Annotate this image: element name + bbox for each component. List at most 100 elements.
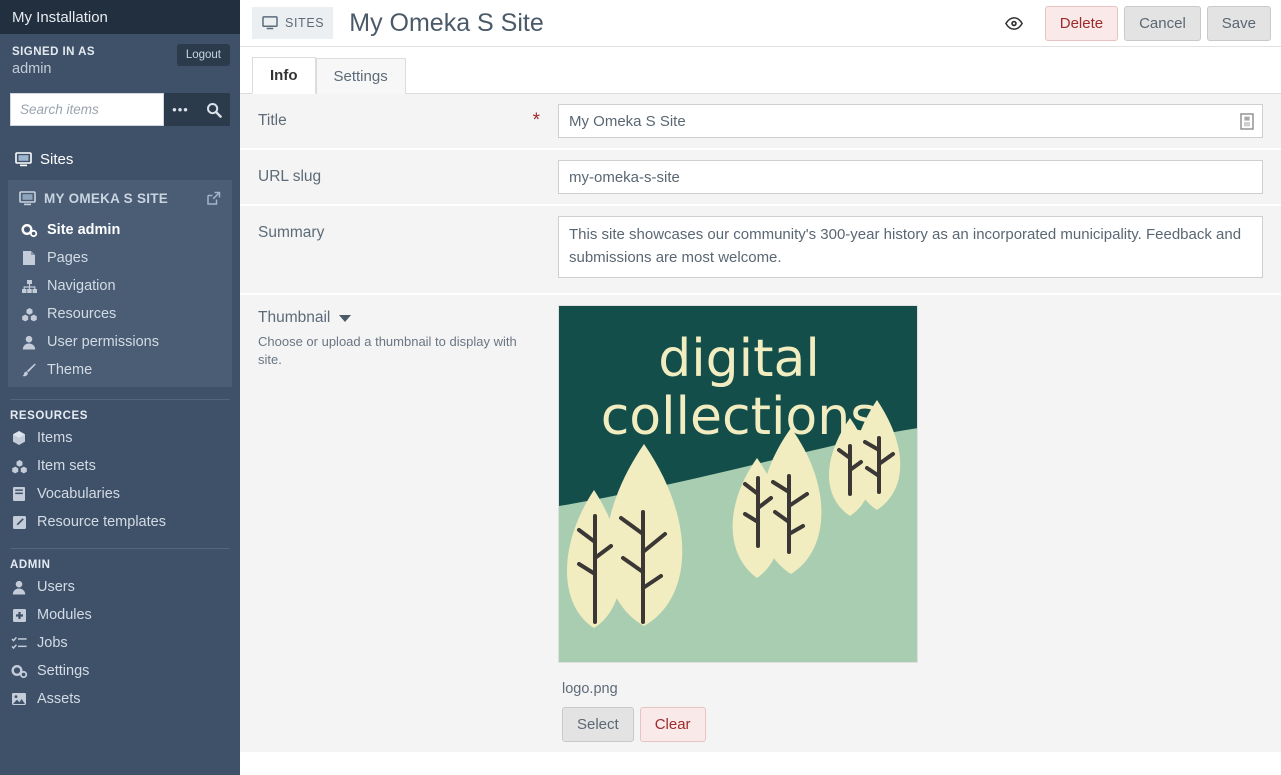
field-row-url-slug: URL slug: [240, 150, 1281, 206]
cogs-icon: [10, 662, 28, 680]
field-label-thumbnail: Thumbnail: [258, 309, 331, 326]
svg-text:collections: collections: [601, 387, 878, 447]
installation-bar: My Installation: [0, 0, 240, 34]
pencil-square-icon: [10, 513, 28, 531]
sidebar-active-site-header[interactable]: MY OMEKA S SITE: [18, 189, 222, 216]
sidebar-item-item-sets[interactable]: Item sets: [0, 452, 240, 480]
sidebar-item-site-admin[interactable]: Site admin: [18, 216, 222, 244]
breadcrumb-sites[interactable]: SITES: [252, 7, 334, 39]
cubes-icon: [10, 457, 28, 475]
installation-title: My Installation: [12, 8, 108, 26]
sidebar-item-items-label: Items: [37, 430, 73, 446]
svg-text:digital: digital: [658, 329, 820, 389]
caret-down-icon[interactable]: [339, 314, 352, 322]
sidebar-item-user-permissions[interactable]: User permissions: [18, 328, 222, 356]
sidebar-item-resource-templates-label: Resource templates: [37, 514, 166, 530]
field-row-thumbnail: Thumbnail Choose or upload a thumbnail t…: [240, 295, 1281, 754]
thumbnail-media-block: digital collections logo.png Select Clea…: [558, 305, 1263, 742]
sidebar-heading-sites[interactable]: Sites: [0, 144, 240, 174]
sidebar-item-pages-label: Pages: [47, 250, 89, 266]
sidebar-item-settings[interactable]: Settings: [0, 657, 240, 685]
main-content: SITES My Omeka S Site Delete Cancel Save…: [240, 0, 1281, 775]
tab-info[interactable]: Info: [252, 57, 316, 94]
sidebar-item-pages[interactable]: Pages: [18, 244, 222, 272]
cogs-icon: [20, 221, 38, 239]
logout-button[interactable]: Logout: [176, 44, 230, 66]
sidebar-search: •••: [10, 93, 230, 126]
sidebar-item-navigation-label: Navigation: [47, 278, 116, 294]
user-icon: [10, 578, 28, 596]
sidebar-item-users[interactable]: Users: [0, 573, 240, 601]
sidebar-item-user-permissions-label: User permissions: [47, 334, 159, 350]
tasks-icon: [10, 634, 28, 652]
monitor-icon: [18, 189, 36, 207]
sidebar-item-jobs[interactable]: Jobs: [0, 629, 240, 657]
external-link-icon[interactable]: [204, 189, 222, 207]
field-label-summary: Summary: [258, 224, 325, 241]
sites-nav-section: Sites MY OMEKA S SITE Site admin Pages N…: [0, 144, 240, 387]
delete-button[interactable]: Delete: [1044, 5, 1119, 41]
sidebar-active-site-name: MY OMEKA S SITE: [44, 190, 169, 206]
page-title: My Omeka S Site: [349, 8, 544, 37]
sidebar-item-resource-templates[interactable]: Resource templates: [0, 508, 240, 536]
sidebar-group-admin-label: ADMIN: [10, 559, 51, 571]
sidebar-group-resources-label: RESOURCES: [10, 410, 89, 422]
sidebar-item-jobs-label: Jobs: [37, 635, 68, 651]
sidebar-item-items[interactable]: Items: [0, 424, 240, 452]
language-value-icon[interactable]: [1238, 112, 1256, 131]
thumbnail-filename: logo.png: [562, 681, 618, 697]
user-block: SIGNED IN AS admin Logout: [0, 34, 240, 77]
field-label-url-slug: URL slug: [258, 168, 322, 185]
cancel-button[interactable]: Cancel: [1124, 5, 1201, 41]
url-slug-input[interactable]: [558, 160, 1263, 194]
preview-site-button[interactable]: [999, 8, 1029, 38]
field-label-url-slug-col: URL slug: [258, 160, 558, 186]
sidebar-heading-sites-label: Sites: [40, 150, 74, 168]
field-description-thumbnail: Choose or upload a thumbnail to display …: [258, 334, 517, 367]
sidebar-item-modules[interactable]: Modules: [0, 601, 240, 629]
title-input[interactable]: [558, 104, 1263, 138]
search-icon: [205, 101, 223, 119]
sidebar-item-theme[interactable]: Theme: [18, 356, 222, 384]
sidebar-item-navigation[interactable]: Navigation: [18, 272, 222, 300]
eye-icon: [1004, 14, 1023, 32]
search-input[interactable]: [10, 93, 164, 126]
sidebar-item-resources-label: Resources: [47, 306, 117, 322]
field-label-title: Title: [258, 112, 287, 129]
tab-settings[interactable]: Settings: [315, 58, 406, 94]
clear-thumbnail-button[interactable]: Clear: [639, 707, 706, 742]
field-input-url-slug-col: [558, 160, 1263, 194]
field-input-title-col: [558, 104, 1263, 138]
field-label-summary-col: Summary: [258, 216, 558, 242]
sidebar-item-site-admin-label: Site admin: [47, 222, 121, 238]
field-input-summary-col: [558, 216, 1263, 283]
sidebar-item-resources[interactable]: Resources: [18, 300, 222, 328]
advanced-search-button[interactable]: •••: [164, 93, 197, 126]
user-icon: [20, 333, 38, 351]
sidebar: My Installation SIGNED IN AS admin Logou…: [0, 0, 240, 775]
sidebar-item-modules-label: Modules: [37, 607, 92, 623]
cubes-icon: [20, 305, 38, 323]
summary-textarea[interactable]: [558, 216, 1263, 278]
breadcrumb-sites-label: SITES: [285, 16, 325, 30]
required-marker: *: [532, 110, 540, 131]
sidebar-item-vocabularies-label: Vocabularies: [37, 486, 121, 502]
tab-bar: Info Settings: [240, 47, 1281, 94]
sidebar-item-vocabularies[interactable]: Vocabularies: [0, 480, 240, 508]
save-button[interactable]: Save: [1206, 5, 1271, 41]
thumbnail-image-svg: digital collections: [559, 306, 917, 662]
field-label-thumbnail-col: Thumbnail Choose or upload a thumbnail t…: [258, 305, 558, 368]
select-thumbnail-button[interactable]: Select: [562, 707, 634, 742]
file-icon: [20, 249, 38, 267]
puzzle-plus-icon: [10, 606, 28, 624]
search-submit-button[interactable]: [197, 93, 230, 126]
field-row-summary: Summary: [240, 206, 1281, 295]
cube-icon: [10, 429, 28, 447]
sidebar-active-site: MY OMEKA S SITE Site admin Pages Navigat…: [8, 180, 232, 387]
monitor-icon: [261, 14, 279, 32]
sidebar-item-assets-label: Assets: [37, 691, 81, 707]
top-toolbar: SITES My Omeka S Site Delete Cancel Save: [240, 0, 1281, 47]
sidebar-item-assets[interactable]: Assets: [0, 685, 240, 713]
brush-icon: [20, 361, 38, 379]
sidebar-item-item-sets-label: Item sets: [37, 458, 96, 474]
